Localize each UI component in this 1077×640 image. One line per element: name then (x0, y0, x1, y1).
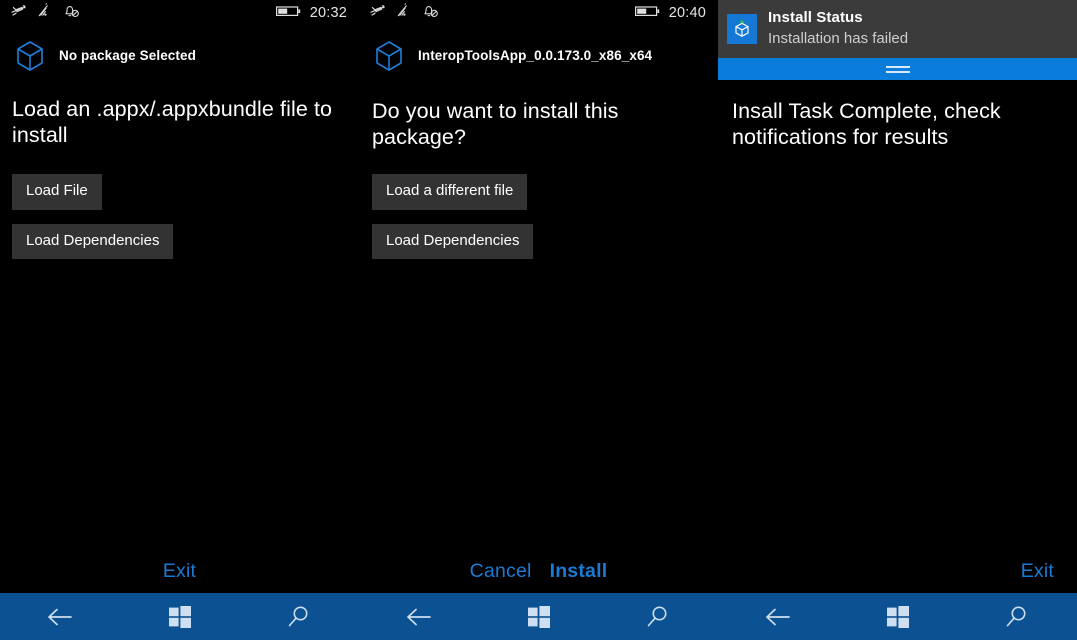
load-file-button[interactable]: Load File (12, 174, 102, 210)
windows-start-icon[interactable] (838, 593, 958, 640)
toast-drag-handle[interactable] (718, 58, 1077, 80)
airplane-mode-icon (369, 3, 386, 24)
app-header: No package Selected (0, 33, 359, 77)
install-link[interactable]: Install (541, 560, 617, 583)
system-nav-bar (0, 593, 359, 640)
toast-title: Install Status (768, 9, 908, 28)
back-arrow-icon[interactable] (359, 593, 479, 640)
status-bar-clock: 20:32 (310, 6, 347, 21)
battery-icon (635, 4, 661, 23)
panel-no-package: 20:32 No package Selected Load an .appx/… (0, 0, 359, 640)
app-header: InteropToolsApp_0.0.173.0_x86_x64 (359, 33, 718, 77)
command-bar: Cancel Install (359, 549, 718, 593)
panel-actions: Load File Load Dependencies (12, 174, 345, 259)
system-nav-bar (718, 593, 1077, 640)
airplane-mode-icon (10, 3, 27, 24)
search-icon[interactable] (957, 593, 1077, 640)
panel-install-complete: Insall Task Complete, check notification… (718, 0, 1077, 640)
search-icon[interactable] (239, 593, 359, 640)
toast-subtitle: Installation has failed (768, 29, 908, 49)
notifications-off-icon (421, 3, 439, 24)
app-header-title: InteropToolsApp_0.0.173.0_x86_x64 (418, 48, 652, 63)
toast-text-block: Install Status Installation has failed (768, 9, 908, 48)
panel-confirm-install: 20:40 InteropToolsApp_0.0.173.0_x86_x64 … (359, 0, 718, 640)
install-status-toast[interactable]: Install Status Installation has failed (718, 0, 1077, 80)
panel-prompt: Insall Task Complete, check notification… (732, 98, 1063, 150)
status-bar: 20:32 (0, 0, 359, 26)
package-cube-icon (9, 34, 51, 76)
panel-actions: Load a different file Load Dependencies (372, 174, 704, 259)
panel-body: Insall Task Complete, check notification… (718, 98, 1077, 150)
wifi-signal-icon (36, 3, 53, 24)
toast-content: Install Status Installation has failed (718, 0, 1077, 58)
windows-start-icon[interactable] (479, 593, 599, 640)
back-arrow-icon[interactable] (718, 593, 838, 640)
search-icon[interactable] (598, 593, 718, 640)
package-cube-icon (368, 34, 410, 76)
load-different-file-button[interactable]: Load a different file (372, 174, 527, 210)
wifi-signal-icon (395, 3, 412, 24)
panel-body: Load an .appx/.appxbundle file to instal… (0, 96, 359, 259)
panel-prompt: Do you want to install this package? (372, 98, 704, 150)
notifications-off-icon (62, 3, 80, 24)
load-dependencies-button[interactable]: Load Dependencies (12, 224, 173, 260)
panel-prompt: Load an .appx/.appxbundle file to instal… (12, 96, 345, 148)
back-arrow-icon[interactable] (0, 593, 120, 640)
windows-start-icon[interactable] (120, 593, 240, 640)
exit-link[interactable]: Exit (154, 560, 205, 583)
exit-link[interactable]: Exit (1012, 560, 1063, 583)
app-header-title: No package Selected (59, 48, 196, 63)
system-nav-bar (359, 593, 718, 640)
battery-icon (276, 4, 302, 23)
status-bar-right: 20:32 (276, 4, 347, 23)
cancel-link[interactable]: Cancel (461, 560, 541, 583)
status-bar-right: 20:40 (635, 4, 706, 23)
phone-screenshot-triptych: 20:32 No package Selected Load an .appx/… (0, 0, 1077, 640)
drag-handle-lines (886, 66, 910, 73)
command-bar: Exit (0, 549, 359, 593)
status-bar-clock: 20:40 (669, 6, 706, 21)
command-bar: Exit (718, 549, 1077, 593)
status-bar-icons (10, 3, 80, 24)
install-status-app-icon (727, 14, 757, 44)
status-bar: 20:40 (359, 0, 718, 26)
panel-body: Do you want to install this package? Loa… (359, 98, 718, 259)
status-bar-icons (369, 3, 439, 24)
load-dependencies-button[interactable]: Load Dependencies (372, 224, 533, 260)
